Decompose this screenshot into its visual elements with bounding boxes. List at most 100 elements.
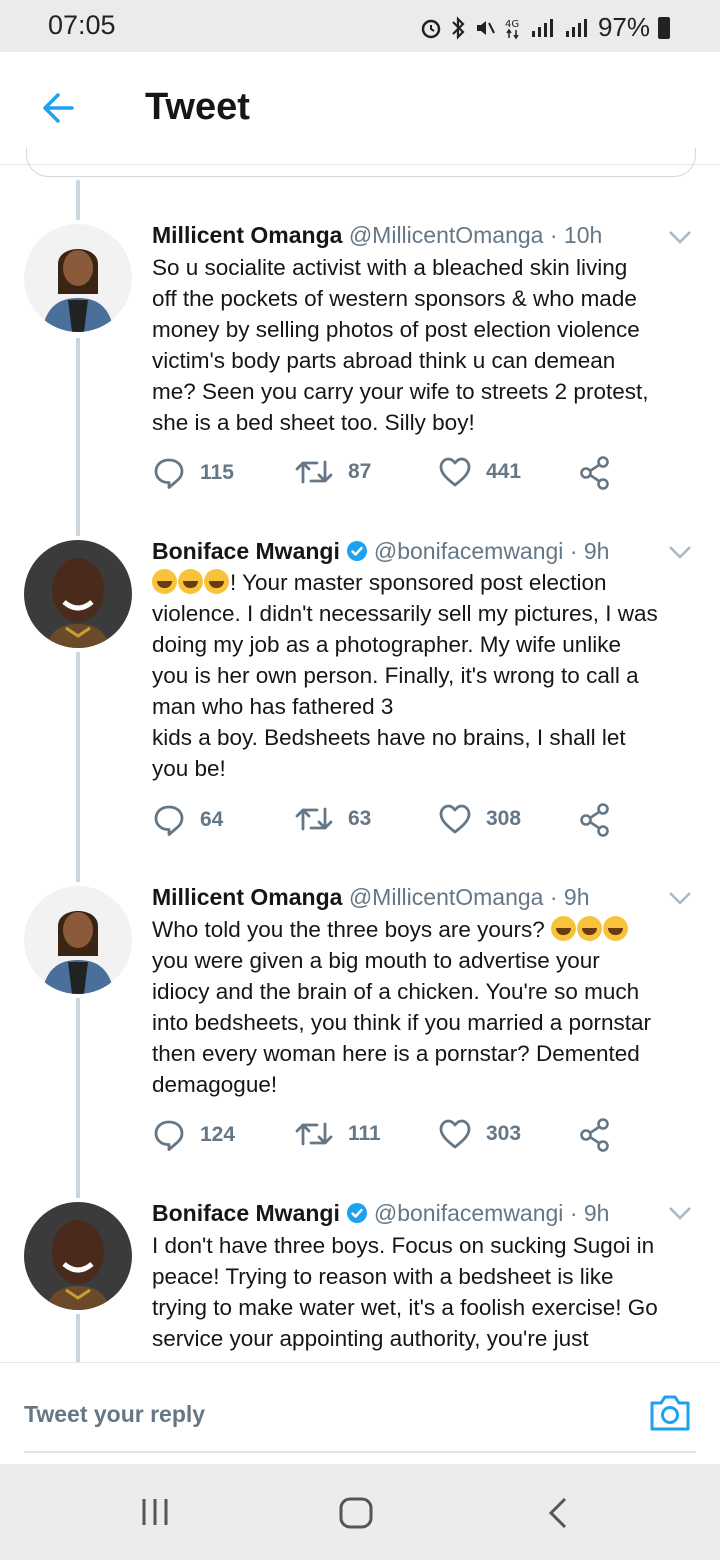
author-name[interactable]: Boniface Mwangi <box>152 1200 340 1226</box>
chevron-down-icon[interactable] <box>668 1206 692 1220</box>
rofl-emoji-icon <box>602 916 628 941</box>
avatar-image-millicent <box>24 886 132 994</box>
back-arrow-icon[interactable] <box>38 88 78 128</box>
back-nav-icon[interactable] <box>546 1496 570 1530</box>
like-button[interactable]: 303 <box>438 1118 521 1150</box>
avatar-image-millicent <box>24 224 132 332</box>
tweet-line: into bedsheets, you think if you married… <box>152 1010 652 1035</box>
parent-tweet-edge <box>26 148 696 177</box>
chevron-down-icon[interactable] <box>668 230 692 244</box>
tweet-line: then every woman here is a pornstar? Dem… <box>152 1041 640 1066</box>
rofl-emoji-icon <box>204 569 229 594</box>
status-icons: 4G 97% <box>420 12 670 43</box>
rofl-emoji-icon <box>178 569 203 594</box>
tweet-line: off the pockets of western sponsors & wh… <box>152 286 637 311</box>
retweet-count: 87 <box>348 460 372 483</box>
tweet-time: · 10h <box>549 222 603 248</box>
tweet-time: · 9h <box>569 538 610 564</box>
thread-line <box>76 652 80 882</box>
alarm-icon <box>421 19 441 38</box>
reply-icon <box>154 458 184 489</box>
author-name[interactable]: Millicent Omanga <box>152 884 342 910</box>
tweet-line: doing my job as a photographer. My wife … <box>152 632 622 657</box>
share-button[interactable] <box>580 803 610 837</box>
svg-text:4G: 4G <box>505 19 519 30</box>
tweet-text: I don't have three boys. Focus on suckin… <box>152 1230 700 1354</box>
avatar[interactable] <box>24 886 132 994</box>
reply-button[interactable]: 124 <box>152 1118 235 1152</box>
avatar[interactable] <box>24 1202 132 1310</box>
tweet-line: you were given a big mouth to advertise … <box>152 948 600 973</box>
tweet-actions: 124 111 303 <box>152 1118 622 1158</box>
tweet-text: Who told you the three boys are yours? y… <box>152 914 700 1100</box>
avatar[interactable] <box>24 224 132 332</box>
tweet-line: Who told you the three boys are yours? <box>152 914 700 945</box>
reply-icon <box>154 1120 184 1151</box>
like-count: 441 <box>486 460 522 483</box>
retweet-button[interactable]: 63 <box>294 803 371 835</box>
status-time: 07:05 <box>48 10 116 40</box>
divider <box>24 1451 696 1453</box>
author-handle[interactable]: @MillicentOmanga <box>349 222 544 248</box>
tweet-actions: 64 63 308 <box>152 803 622 843</box>
avatar-image-boniface <box>24 540 132 648</box>
status-bar: 07:05 4G 97% <box>0 0 720 52</box>
home-icon[interactable] <box>338 1496 374 1530</box>
chevron-down-icon[interactable] <box>668 891 692 905</box>
like-button[interactable]: 441 <box>438 456 521 488</box>
share-button[interactable] <box>580 456 610 490</box>
tweet-line: peace! Trying to reason with a bedsheet … <box>152 1264 614 1289</box>
heart-icon <box>439 804 471 834</box>
share-button[interactable] <box>580 1118 610 1152</box>
retweet-icon <box>295 807 333 831</box>
retweet-icon <box>295 460 333 484</box>
reply-count: 124 <box>200 1123 236 1146</box>
reply-input[interactable]: Tweet your reply <box>24 1401 205 1428</box>
reply-count: 64 <box>200 808 224 831</box>
tweet-line: service your appointing authority, you'r… <box>152 1326 589 1351</box>
tweet-header: Millicent Omanga @MillicentOmanga · 9h <box>152 884 590 911</box>
thread-line <box>76 180 80 220</box>
rofl-emoji-icon <box>576 916 602 941</box>
author-handle[interactable]: @MillicentOmanga <box>349 884 544 910</box>
tweet-line: me? Seen you carry your wife to streets … <box>152 379 649 404</box>
author-handle[interactable]: @bonifacemwangi <box>374 1200 564 1226</box>
tweet-text: So u socialite activist with a bleached … <box>152 252 700 438</box>
rofl-emoji-icon <box>550 916 576 941</box>
rofl-emoji-icon <box>152 569 177 594</box>
share-icon <box>580 1118 609 1152</box>
chevron-down-icon[interactable] <box>668 545 692 559</box>
tweet-line: ! Your master sponsored post election <box>152 567 700 598</box>
tweet-line: demagogue! <box>152 1072 278 1097</box>
bluetooth-icon <box>452 15 465 40</box>
thread-line <box>76 998 80 1198</box>
tweet-line: I don't have three boys. Focus on suckin… <box>152 1233 655 1258</box>
retweet-button[interactable]: 87 <box>294 456 371 488</box>
reply-button[interactable]: 64 <box>152 803 223 837</box>
heart-icon <box>439 457 471 487</box>
tweet-line: trying to make water wet, it's a foolish… <box>152 1295 658 1320</box>
tweet-line: idiocy and the brain of a chicken. You'r… <box>152 979 640 1004</box>
reply-icon <box>154 805 184 836</box>
reply-count: 115 <box>200 461 234 484</box>
author-name[interactable]: Millicent Omanga <box>152 222 342 248</box>
tweet-line: So u socialite activist with a bleached … <box>152 255 628 280</box>
reply-button[interactable]: 115 <box>152 456 234 490</box>
like-button[interactable]: 308 <box>438 803 521 835</box>
avatar[interactable] <box>24 540 132 648</box>
signal-icon-2 <box>565 18 587 37</box>
tweet-text: ! Your master sponsored post election vi… <box>152 567 700 784</box>
tweet-line: you be! <box>152 756 226 781</box>
author-name[interactable]: Boniface Mwangi <box>152 538 340 564</box>
share-icon <box>580 456 609 490</box>
recent-apps-icon[interactable] <box>140 1496 170 1528</box>
tweet-header: Millicent Omanga @MillicentOmanga · 10h <box>152 222 602 249</box>
author-handle[interactable]: @bonifacemwangi <box>374 538 564 564</box>
retweet-button[interactable]: 111 <box>294 1118 381 1150</box>
battery-percent: 97% <box>597 12 650 42</box>
retweet-icon <box>295 1122 333 1146</box>
network-4g-icon: 4G <box>505 19 519 39</box>
retweet-count: 111 <box>348 1122 381 1145</box>
thread-line <box>76 1314 80 1362</box>
camera-icon[interactable] <box>648 1393 692 1433</box>
